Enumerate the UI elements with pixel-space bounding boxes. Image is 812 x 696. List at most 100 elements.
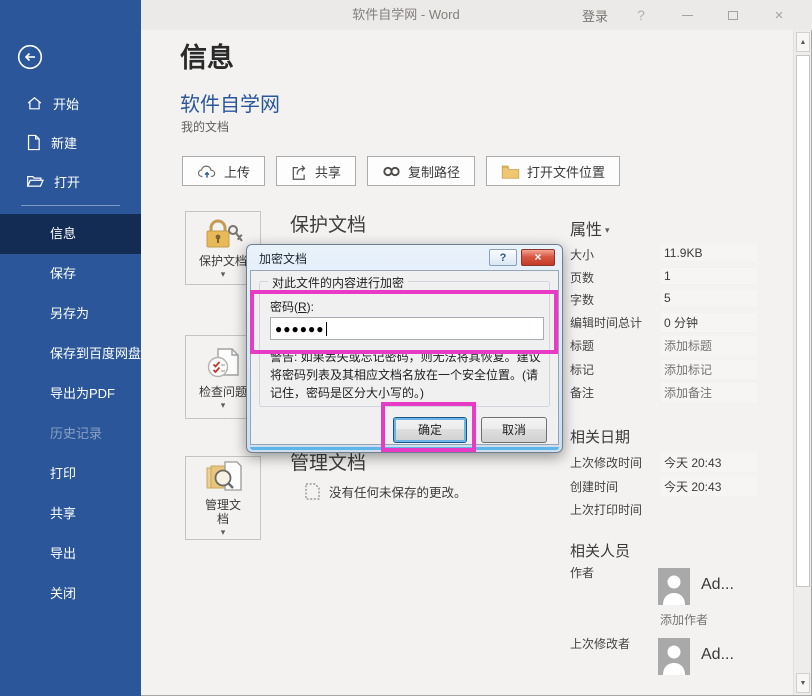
new-document-icon <box>26 134 41 151</box>
dialog-title: 加密文档 <box>259 250 307 267</box>
sidebar-item-new[interactable]: 新建 <box>0 127 141 157</box>
scroll-down-button[interactable]: ▼ <box>796 673 810 693</box>
properties-header[interactable]: 属性▾ <box>570 216 610 240</box>
properties-header-label: 属性 <box>570 222 602 239</box>
open-folder-icon <box>26 173 44 189</box>
sidebar-item-history: 历史记录 <box>0 414 141 454</box>
document-title: 软件自学网 <box>180 88 280 117</box>
action-label: 上传 <box>224 162 250 181</box>
back-arrow-icon <box>17 44 43 70</box>
lock-key-icon <box>203 218 243 252</box>
author-avatar[interactable] <box>658 568 690 605</box>
modifier-name: Ad... <box>701 646 734 664</box>
action-label: 共享 <box>315 162 341 181</box>
prop-label: 字数 <box>570 291 594 308</box>
action-label: 复制路径 <box>408 162 460 181</box>
page-title: 信息 <box>180 36 234 75</box>
sidebar-item-label: 开始 <box>53 94 79 113</box>
prop-label: 标记 <box>570 361 594 378</box>
sign-in-button[interactable]: 登录 <box>572 6 618 25</box>
titlebar-controls: 登录 ? × <box>572 0 802 30</box>
sidebar-item-close[interactable]: 关闭 <box>0 574 141 614</box>
upload-button[interactable]: 上传 <box>182 156 265 186</box>
copy-path-button[interactable]: 复制路径 <box>367 156 475 186</box>
date-label: 上次修改时间 <box>570 454 642 471</box>
related-people-header: 相关人员 <box>570 540 630 561</box>
sidebar-item-save-to-baidu[interactable]: 保存到百度网盘 <box>0 334 141 374</box>
sidebar-item-open[interactable]: 打开 <box>0 166 141 196</box>
sidebar-item-save[interactable]: 保存 <box>0 254 141 294</box>
dialog-bottom-strip <box>250 447 559 450</box>
share-button[interactable]: 共享 <box>276 156 356 186</box>
share-icon <box>291 163 308 180</box>
date-value-modified: 今天 20:43 <box>661 453 757 472</box>
folder-icon <box>501 164 520 179</box>
sidebar-item-export-pdf[interactable]: 导出为PDF <box>0 374 141 414</box>
copy-path-icon <box>382 165 401 178</box>
password-dots: ●●●●●● <box>275 322 325 336</box>
password-label-pre: 密码( <box>270 300 298 314</box>
maximize-button[interactable] <box>710 0 756 30</box>
tile-label: 管理文档 <box>200 498 246 526</box>
document-actions: 上传 共享 复制路径 打开文件位置 <box>182 156 620 186</box>
related-dates-header: 相关日期 <box>570 426 630 447</box>
ok-button[interactable]: 确定 <box>393 417 467 443</box>
sidebar-item-save-as[interactable]: 另存为 <box>0 294 141 334</box>
date-label: 创建时间 <box>570 478 618 495</box>
dropdown-caret-icon: ▾ <box>221 270 226 278</box>
dialog-close-button[interactable]: × <box>521 249 555 266</box>
date-label: 上次打印时间 <box>570 501 642 518</box>
close-button[interactable]: × <box>756 0 802 30</box>
add-author-link[interactable]: 添加作者 <box>660 611 708 628</box>
add-comment-field[interactable]: 添加备注 <box>661 383 757 402</box>
scroll-down-icon: ▼ <box>800 680 807 687</box>
dropdown-caret-icon: ▾ <box>221 401 226 409</box>
dialog-help-button[interactable]: ? <box>489 249 517 266</box>
prop-label: 编辑时间总计 <box>570 314 642 331</box>
password-input[interactable]: ●●●●●● <box>270 317 544 340</box>
cancel-button[interactable]: 取消 <box>481 417 547 443</box>
minimize-icon <box>682 15 693 16</box>
manage-versions-icon <box>203 460 243 496</box>
groupbox-label: 对此文件的内容进行加密 <box>268 274 408 291</box>
maximize-icon <box>728 11 738 20</box>
back-button[interactable] <box>17 44 43 70</box>
prop-label: 页数 <box>570 269 594 286</box>
protect-section-heading: 保护文档 <box>290 210 366 237</box>
scroll-up-icon: ▲ <box>800 39 807 46</box>
scrollbar-thumb[interactable] <box>796 55 810 587</box>
password-label-key: R <box>298 300 307 314</box>
minimize-button[interactable] <box>664 0 710 30</box>
dialog-body: 对此文件的内容进行加密 密码(R): ●●●●●● 警告: 如果丢失或忘记密码，… <box>250 270 559 445</box>
action-label: 打开文件位置 <box>527 162 605 181</box>
password-label: 密码(R): <box>270 298 314 315</box>
manage-document-tile[interactable]: 管理文档 ▾ <box>185 456 261 540</box>
add-tag-field[interactable]: 添加标记 <box>661 360 757 379</box>
person-icon <box>658 638 690 675</box>
sidebar-item-print[interactable]: 打印 <box>0 454 141 494</box>
vertical-scrollbar[interactable]: ▲ ▼ <box>793 30 811 695</box>
dropdown-caret-icon: ▾ <box>221 528 226 536</box>
add-title-field[interactable]: 添加标题 <box>661 336 757 355</box>
draft-document-icon <box>305 483 320 500</box>
prop-value-edit-time: 0 分钟 <box>661 313 757 332</box>
open-file-location-button[interactable]: 打开文件位置 <box>486 156 620 186</box>
author-name: Ad... <box>701 576 734 594</box>
modifier-avatar[interactable] <box>658 638 690 675</box>
sidebar-item-label: 新建 <box>51 133 77 152</box>
sidebar-item-label: 打开 <box>54 172 80 191</box>
word-backstage-window: 软件自学网 - Word 登录 ? × 开始 新建 打开 信息 保 <box>0 0 812 696</box>
sidebar-divider <box>21 205 120 206</box>
prop-value-words: 5 <box>661 290 757 306</box>
prop-value-size: 11.9KB <box>661 245 757 261</box>
sidebar-item-info[interactable]: 信息 <box>0 214 141 254</box>
prop-label: 备注 <box>570 384 594 401</box>
author-label: 作者 <box>570 564 594 581</box>
sidebar-item-export[interactable]: 导出 <box>0 534 141 574</box>
document-location: 我的文档 <box>181 118 229 135</box>
scroll-up-button[interactable]: ▲ <box>796 32 810 52</box>
sidebar-item-home[interactable]: 开始 <box>0 88 141 118</box>
help-button[interactable]: ? <box>618 7 664 23</box>
encrypt-document-dialog: 加密文档 ? × 对此文件的内容进行加密 密码(R): ●●●●●● 警告: 如… <box>246 244 563 453</box>
sidebar-item-share[interactable]: 共享 <box>0 494 141 534</box>
